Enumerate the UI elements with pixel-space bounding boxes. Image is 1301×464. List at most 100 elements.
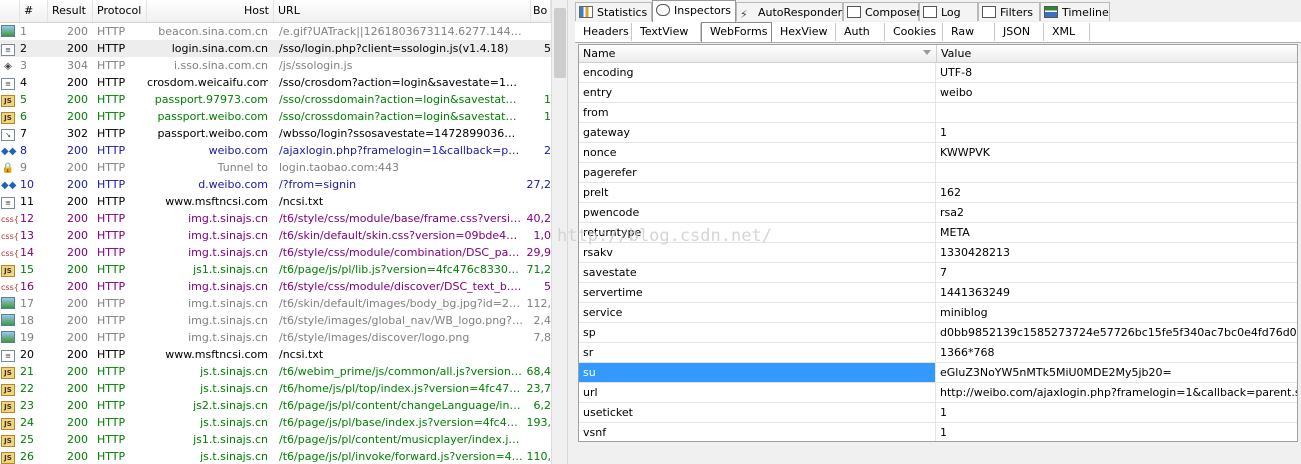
scrollbar-thumb[interactable]	[554, 8, 566, 78]
composer-icon	[847, 6, 861, 18]
field-value[interactable]	[937, 103, 1297, 122]
body-column-header[interactable]: Bo	[531, 0, 551, 22]
num-column-header[interactable]: #	[20, 0, 48, 22]
session-row[interactable]: ≡ 4 200 HTTP crosdom.weicaifu.com/sso/crosdo…	[0, 74, 551, 91]
session-row[interactable]: css{14 200 HTTP img.t.sinajs.cn/t6/style/cs…	[0, 244, 551, 261]
field-value[interactable]: META	[937, 223, 1297, 242]
session-row[interactable]: 1 200 HTTP beacon.sina.com.cn/e.gif?UATrack…	[0, 23, 551, 40]
session-row[interactable]: JS 21 200 HTTP js.t.sinajs.cn/t6/webim_prime…	[0, 363, 551, 380]
session-row[interactable]: ↘ 7 302 HTTP passport.weibo.com/wbsso/login?…	[0, 125, 551, 142]
subtab-xml[interactable]: XML	[1044, 23, 1090, 41]
host-column-header[interactable]: Host	[147, 0, 274, 22]
form-field-row[interactable]: url http://weibo.com/ajaxlogin.php?framel…	[579, 383, 1297, 403]
icon-column-header	[0, 0, 20, 22]
form-field-row[interactable]: entry weibo	[579, 83, 1297, 103]
session-row[interactable]: ◆◆ 10 200 HTTP d.weibo.com /?from=signin 27,2	[0, 176, 551, 193]
tab-filters[interactable]: Filters	[978, 2, 1040, 21]
field-name: url	[579, 383, 936, 402]
session-row[interactable]: css{16 200 HTTP img.t.sinajs.cn/t6/style/cs…	[0, 278, 551, 295]
value-column-header[interactable]: Value	[937, 45, 1297, 62]
subtab-webforms[interactable]: WebForms	[701, 22, 772, 42]
session-row[interactable]: 17 200 HTTP img.t.sinajs.cn/t6/skin/default…	[0, 295, 551, 312]
field-value[interactable]: 162	[937, 183, 1297, 202]
form-field-row[interactable]: encoding UTF-8	[579, 63, 1297, 83]
form-field-row[interactable]: su eGluZ3NoYW5nMTk5MiU0MDE2My5jb20=	[579, 363, 1297, 383]
subtab-auth[interactable]: Auth	[836, 23, 885, 41]
form-field-row[interactable]: pagerefer	[579, 163, 1297, 183]
session-row[interactable]: ≡ 11 200 HTTP www.msftncsi.com/ncsi.txt	[0, 193, 551, 210]
form-field-row[interactable]: vsnf 1	[579, 423, 1297, 441]
session-row[interactable]: 18 200 HTTP img.t.sinajs.cn/t6/style/images…	[0, 312, 551, 329]
session-row[interactable]: ≡ 20 200 HTTP www.msftncsi.com/ncsi.txt	[0, 346, 551, 363]
field-value[interactable]: eGluZ3NoYW5nMTk5MiU0MDE2My5jb20=	[937, 363, 1297, 382]
session-row[interactable]: css{13 200 HTTP img.t.sinajs.cn/t6/skin/def…	[0, 227, 551, 244]
field-value[interactable]: 1441363249	[937, 283, 1297, 302]
field-value[interactable]: 1	[937, 423, 1297, 441]
form-field-row[interactable]: useticket 1	[579, 403, 1297, 423]
session-num: 17	[20, 297, 34, 310]
form-field-row[interactable]: nonce KWWPVK	[579, 143, 1297, 163]
session-row[interactable]: JS 22 200 HTTP js.t.sinajs.cn/t6/home/js/pl/…	[0, 380, 551, 397]
tab-inspectors[interactable]: Inspectors	[652, 0, 736, 22]
field-value[interactable]	[937, 163, 1297, 182]
form-field-row[interactable]: savestate 7	[579, 263, 1297, 283]
session-row[interactable]: css{12 200 HTTP img.t.sinajs.cn/t6/style/cs…	[0, 210, 551, 227]
session-num: 13	[20, 229, 34, 242]
field-value[interactable]: d0bb9852139c1585273724e57726bc15fe5f340a…	[937, 323, 1297, 342]
subtab-hexview[interactable]: HexView	[772, 23, 836, 41]
session-row[interactable]: ≡ 2 200 HTTP login.sina.com.cn/sso/login.php…	[0, 40, 551, 57]
name-column-header[interactable]: Name	[579, 45, 937, 62]
form-field-row[interactable]: sr 1366*768	[579, 343, 1297, 363]
session-row[interactable]: JS 15 200 HTTP js1.t.sinajs.cn/t6/page/js/pl…	[0, 261, 551, 278]
subtab-raw[interactable]: Raw	[943, 23, 995, 41]
tab-timeline[interactable]: Timeline	[1040, 2, 1110, 21]
subtab-textview[interactable]: TextView	[632, 23, 701, 41]
field-value[interactable]: rsa2	[937, 203, 1297, 222]
field-value[interactable]: weibo	[937, 83, 1297, 102]
tab-statistics[interactable]: Statistics	[575, 2, 652, 21]
tab-autoresponder[interactable]: ⚡ AutoResponder	[736, 2, 843, 21]
session-body	[523, 57, 551, 74]
form-field-row[interactable]: prelt 162	[579, 183, 1297, 203]
session-row[interactable]: JS 5 200 HTTP passport.97973.com/sso/crossdo…	[0, 91, 551, 108]
field-value[interactable]: 1366*768	[937, 343, 1297, 362]
form-field-row[interactable]: servertime 1441363249	[579, 283, 1297, 303]
field-value[interactable]: KWWPVK	[937, 143, 1297, 162]
field-value[interactable]: UTF-8	[937, 63, 1297, 82]
form-field-row[interactable]: pwencode rsa2	[579, 203, 1297, 223]
sessions-list[interactable]: # Result Protocol Host URL Bo 1 200 HTTP be…	[0, 0, 551, 464]
session-row[interactable]: 🔒 9 200 HTTP Tunnel to login.taobao.com:443	[0, 159, 551, 176]
subtab-json[interactable]: JSON	[995, 23, 1044, 41]
form-field-row[interactable]: rsakv 1330428213	[579, 243, 1297, 263]
session-row[interactable]: JS 23 200 HTTP js2.t.sinajs.cn/t6/page/js/pl…	[0, 397, 551, 414]
session-row[interactable]: ◆◆ 8 200 HTTP weibo.com/ajaxlogin.php?framel…	[0, 142, 551, 159]
field-value[interactable]: http://weibo.com/ajaxlogin.php?framelogi…	[937, 383, 1297, 402]
form-field-row[interactable]: from	[579, 103, 1297, 123]
session-row[interactable]: JS 25 200 HTTP js1.t.sinajs.cn/t6/page/js/pl…	[0, 431, 551, 448]
field-value[interactable]: miniblog	[937, 303, 1297, 322]
field-value[interactable]: 7	[937, 263, 1297, 282]
result-column-header[interactable]: Result	[48, 0, 93, 22]
form-field-row[interactable]: service miniblog	[579, 303, 1297, 323]
tab-composer[interactable]: Composer	[843, 2, 921, 21]
session-body: 5	[544, 280, 551, 293]
session-row[interactable]: 19 200 HTTP img.t.sinajs.cn/t6/style/images…	[0, 329, 551, 346]
form-field-row[interactable]: returntype META	[579, 223, 1297, 243]
subtab-cookies[interactable]: Cookies	[885, 23, 943, 41]
form-field-row[interactable]: sp d0bb9852139c1585273724e57726bc15fe5f34…	[579, 323, 1297, 343]
form-field-row[interactable]: gateway 1	[579, 123, 1297, 143]
field-value[interactable]: 1330428213	[937, 243, 1297, 262]
session-row[interactable]: ◈ 3 304 HTTP i.sso.sina.com.cn/js/ssologin.j…	[0, 57, 551, 74]
session-row[interactable]: JS 26 200 HTTP js.t.sinajs.cn/t6/page/js/pl/…	[0, 448, 551, 464]
field-value[interactable]: 1	[937, 403, 1297, 422]
field-value[interactable]: 1	[937, 123, 1297, 142]
protocol-column-header[interactable]: Protocol	[93, 0, 147, 22]
session-row[interactable]: JS 6 200 HTTP passport.weibo.com/sso/crossdo…	[0, 108, 551, 125]
tab-log[interactable]: Log	[919, 2, 978, 21]
subtab-headers[interactable]: Headers	[575, 23, 632, 41]
script-icon: JS	[1, 384, 15, 396]
session-row[interactable]: JS 24 200 HTTP js.t.sinajs.cn/t6/page/js/pl/…	[0, 414, 551, 431]
image-icon	[1, 314, 15, 326]
url-column-header[interactable]: URL	[274, 0, 531, 22]
sessions-scrollbar[interactable]	[551, 0, 568, 464]
